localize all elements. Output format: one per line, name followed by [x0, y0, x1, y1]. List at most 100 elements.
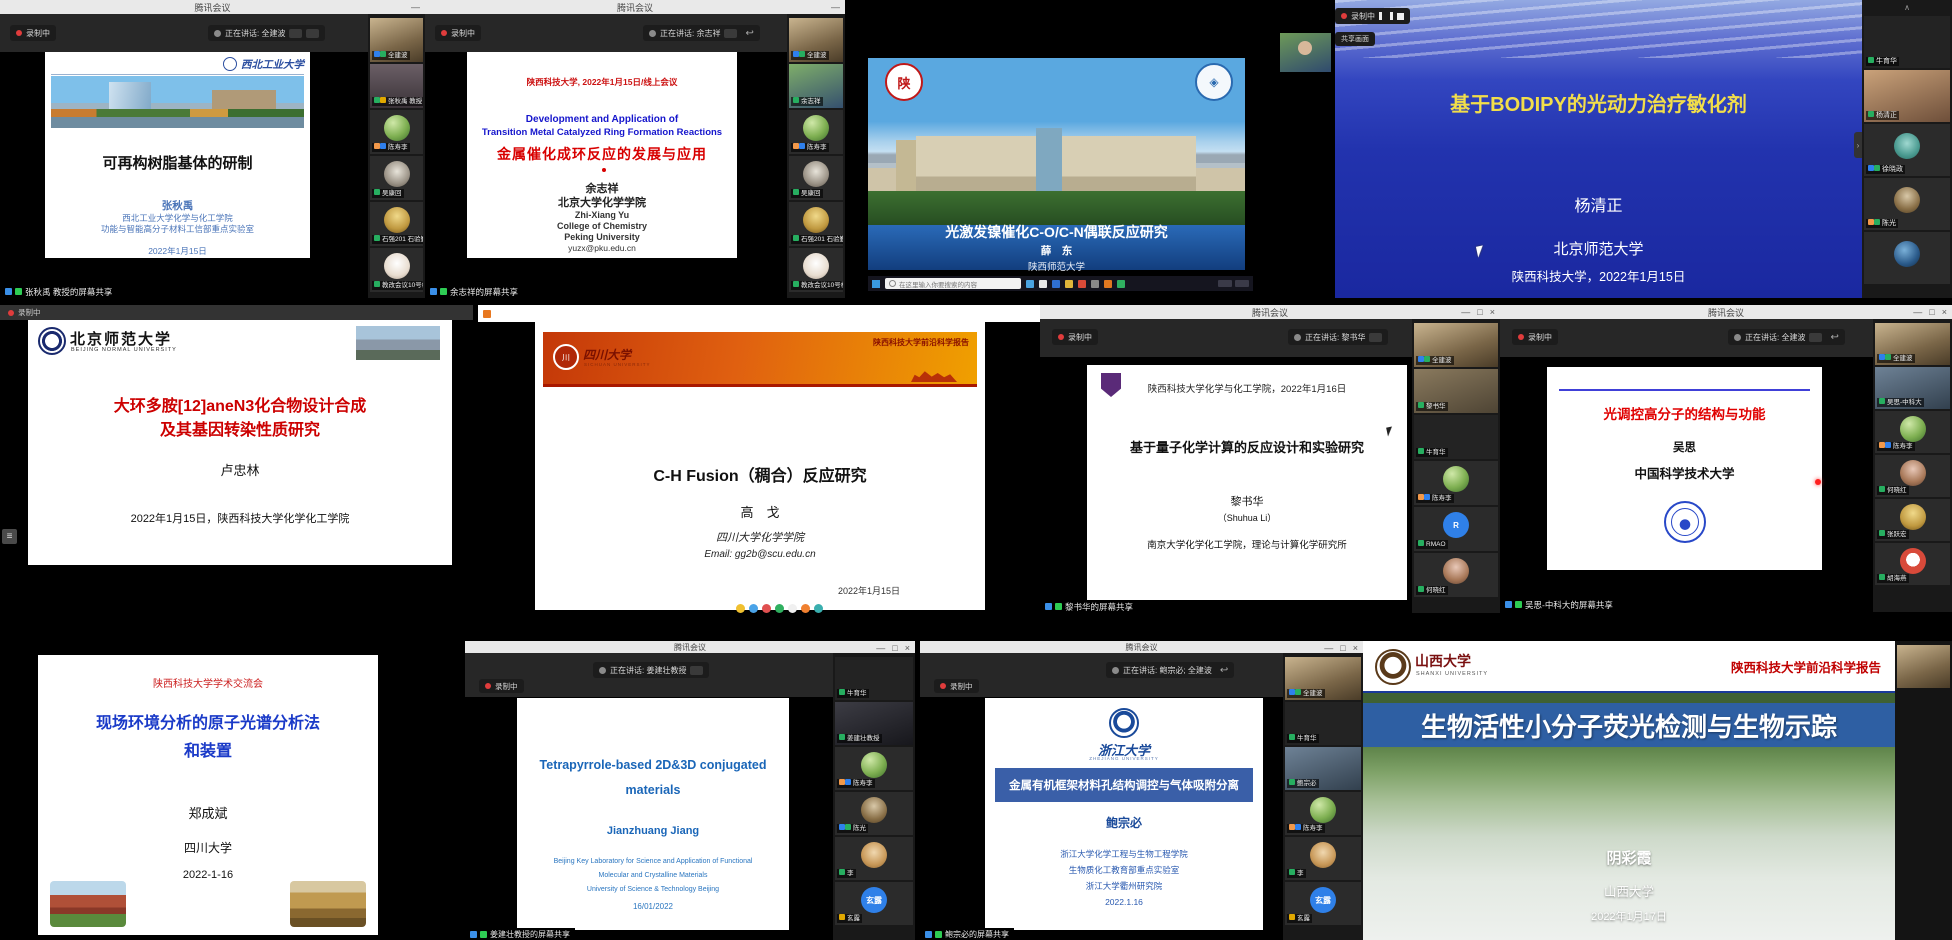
participant-thumbnail[interactable]: 全建波	[370, 18, 423, 62]
minimize-button[interactable]: —	[876, 643, 885, 653]
participant-thumbnail[interactable]	[1897, 645, 1950, 688]
participant-thumbnail[interactable]: 牛育华	[1414, 415, 1498, 459]
pause-icon[interactable]	[1379, 12, 1393, 20]
participant-thumbnail[interactable]: 陈寿李	[789, 110, 843, 154]
stop-icon[interactable]	[1397, 13, 1404, 20]
participant-thumbnail[interactable]: 教改会议10号楼517	[789, 248, 843, 292]
window-titlebar[interactable]: 腾讯会议	[425, 0, 845, 14]
participant-thumbnail[interactable]: 陈寿李	[370, 110, 423, 154]
maximize-button[interactable]: □	[1340, 643, 1345, 653]
minimize-button[interactable]: —	[1461, 307, 1470, 317]
recording-indicator[interactable]: 录制中	[435, 25, 481, 41]
participant-thumbnail[interactable]: 姜建壮教授	[835, 702, 913, 745]
taskbar-app-icon[interactable]	[1117, 280, 1125, 288]
participant-thumbnail[interactable]: 全建波	[1285, 657, 1361, 700]
participant-thumbnail[interactable]: 陈寿李	[1285, 792, 1361, 835]
taskbar-app-icon[interactable]	[1052, 280, 1060, 288]
participant-thumbnail[interactable]: 牛育华	[1864, 16, 1950, 68]
close-button[interactable]: ×	[905, 643, 910, 653]
close-button[interactable]: ×	[1490, 307, 1495, 317]
minimize-button[interactable]: —	[411, 2, 420, 12]
participant-thumbnail[interactable]: 玄露 玄露	[835, 882, 913, 925]
close-button[interactable]: ×	[1353, 643, 1358, 653]
taskbar-app-icon[interactable]	[1091, 280, 1099, 288]
minimize-button[interactable]: —	[1324, 643, 1333, 653]
start-button[interactable]	[872, 280, 880, 288]
participant-thumbnail[interactable]: 全建波	[1414, 323, 1498, 367]
participant-thumbnail[interactable]: R RMAO	[1414, 507, 1498, 551]
participant-thumbnail[interactable]: 全建波	[1875, 323, 1950, 365]
minimize-button[interactable]: —	[1913, 307, 1922, 317]
participant-thumbnail[interactable]: 吴思-中科大	[1875, 367, 1950, 409]
participant-thumbnail[interactable]: 全建波	[789, 18, 843, 62]
participant-thumbnail[interactable]: 陈寿李	[1414, 461, 1498, 505]
close-button[interactable]: ×	[1942, 307, 1947, 317]
participant-thumbnail[interactable]: 余志祥	[789, 64, 843, 108]
collapse-sidebar-button[interactable]: ∧	[1862, 2, 1952, 14]
participant-sidebar[interactable]: 牛育华 姜建壮教授 陈寿李 陈光 李 玄露 玄露	[833, 653, 915, 940]
window-titlebar[interactable]: 腾讯会议	[920, 641, 1363, 653]
participant-thumbnail[interactable]: 陈寿李	[835, 747, 913, 790]
recording-indicator[interactable]: 录制中	[934, 679, 979, 693]
recording-indicator[interactable]: 录制中	[1052, 329, 1098, 345]
participant-thumbnail[interactable]: 何晓红	[1875, 455, 1950, 497]
participant-thumbnail[interactable]: 胡海燕	[1875, 543, 1950, 585]
undo-icon[interactable]: ↩	[745, 28, 753, 39]
taskbar-app-icon[interactable]	[1104, 280, 1112, 288]
participant-thumbnail[interactable]: 陈光	[1864, 178, 1950, 230]
participant-thumbnail[interactable]	[1864, 232, 1950, 284]
window-titlebar[interactable]: 腾讯会议	[465, 641, 915, 653]
participant-thumbnail[interactable]: 李	[1285, 837, 1361, 880]
participant-sidebar[interactable]: 全建波 牛育华 鲍宗必 陈寿李 李 玄露 玄露	[1283, 653, 1363, 940]
maximize-button[interactable]: □	[1477, 307, 1482, 317]
taskbar-app-icon[interactable]	[1065, 280, 1073, 288]
participant-thumbnail[interactable]: 徐晓政	[1864, 124, 1950, 176]
maximize-button[interactable]: □	[1929, 307, 1934, 317]
maximize-button[interactable]: □	[892, 643, 897, 653]
participant-thumbnail[interactable]: 鲍宗必	[1285, 747, 1361, 790]
taskbar-search-input[interactable]: 在这里输入你要搜索的内容	[885, 278, 1021, 289]
participant-thumbnail[interactable]: 杨清正	[1864, 70, 1950, 122]
side-menu-button[interactable]: ≡	[2, 529, 17, 544]
participant-thumbnail[interactable]: 李	[835, 837, 913, 880]
window-titlebar[interactable]: 腾讯会议	[1040, 305, 1500, 319]
recording-indicator[interactable]: 录制中	[10, 25, 56, 41]
reaction-icons[interactable]	[736, 604, 823, 613]
participant-thumbnail[interactable]: 吴康回	[370, 156, 423, 200]
window-titlebar[interactable]: 腾讯会议	[1500, 305, 1952, 319]
participant-sidebar[interactable]: 全建波 黎书华 牛育华 陈寿李 R RMAO 何晓红	[1412, 319, 1500, 613]
participant-thumbnail[interactable]: 牛育华	[1285, 702, 1361, 745]
participant-thumbnail[interactable]: 吴康回	[789, 156, 843, 200]
recording-controls[interactable]: 录制中	[1335, 8, 1410, 24]
minimize-button[interactable]: —	[831, 2, 840, 12]
window-titlebar[interactable]: 腾讯会议	[0, 0, 425, 14]
taskbar-app-icon[interactable]	[1039, 280, 1047, 288]
participant-sidebar[interactable]: 全建波 张秋禹 教授 陈寿李 吴康回 石强201 石验勤 教改会议10号楼517	[368, 14, 425, 298]
participant-thumbnail[interactable]: 张秋禹 教授	[370, 64, 423, 108]
undo-icon[interactable]: ↩	[1220, 665, 1228, 676]
sidebar-expand-handle[interactable]: ›	[1854, 132, 1862, 158]
system-tray[interactable]	[1218, 280, 1249, 287]
participant-thumbnail[interactable]: 张跃宏	[1875, 499, 1950, 541]
taskbar-app-icon[interactable]	[1026, 280, 1034, 288]
participant-thumbnail[interactable]: 何晓红	[1414, 553, 1498, 597]
recording-indicator[interactable]: 录制中	[479, 679, 524, 693]
participant-thumbnail[interactable]: 陈光	[835, 792, 913, 835]
participant-sidebar[interactable]: 全建波 吴思-中科大 陈寿李 何晓红 张跃宏 胡海燕	[1873, 319, 1952, 612]
undo-icon[interactable]: ↩	[1830, 332, 1838, 343]
participant-thumbnail[interactable]: 石强201 石验勤	[370, 202, 423, 246]
powerpoint-icon[interactable]	[483, 310, 491, 318]
participant-thumbnail[interactable]: 牛育华	[835, 657, 913, 700]
participant-thumbnail[interactable]: 黎书华	[1414, 369, 1498, 413]
participant-thumbnail[interactable]: 教改会议10号楼517	[370, 248, 423, 292]
windows-taskbar[interactable]: 在这里输入你要搜索的内容	[868, 276, 1253, 291]
speaker-video-thumbnail[interactable]	[1280, 33, 1331, 72]
taskbar-app-icon[interactable]	[1078, 280, 1086, 288]
participant-thumbnail[interactable]: 陈寿李	[1875, 411, 1950, 453]
participant-thumbnail[interactable]: 玄露 玄露	[1285, 882, 1361, 925]
participant-sidebar[interactable]: 全建波 余志祥 陈寿李 吴康回 石强201 石验勤 教改会议10号楼517	[787, 14, 845, 298]
recording-indicator[interactable]: 录制中	[1512, 329, 1558, 345]
participant-thumbnail[interactable]: 石强201 石验勤	[789, 202, 843, 246]
participant-sidebar[interactable]	[1895, 641, 1952, 940]
participant-sidebar[interactable]: ∧ 牛育华 杨清正 徐晓政 陈光	[1862, 0, 1952, 298]
